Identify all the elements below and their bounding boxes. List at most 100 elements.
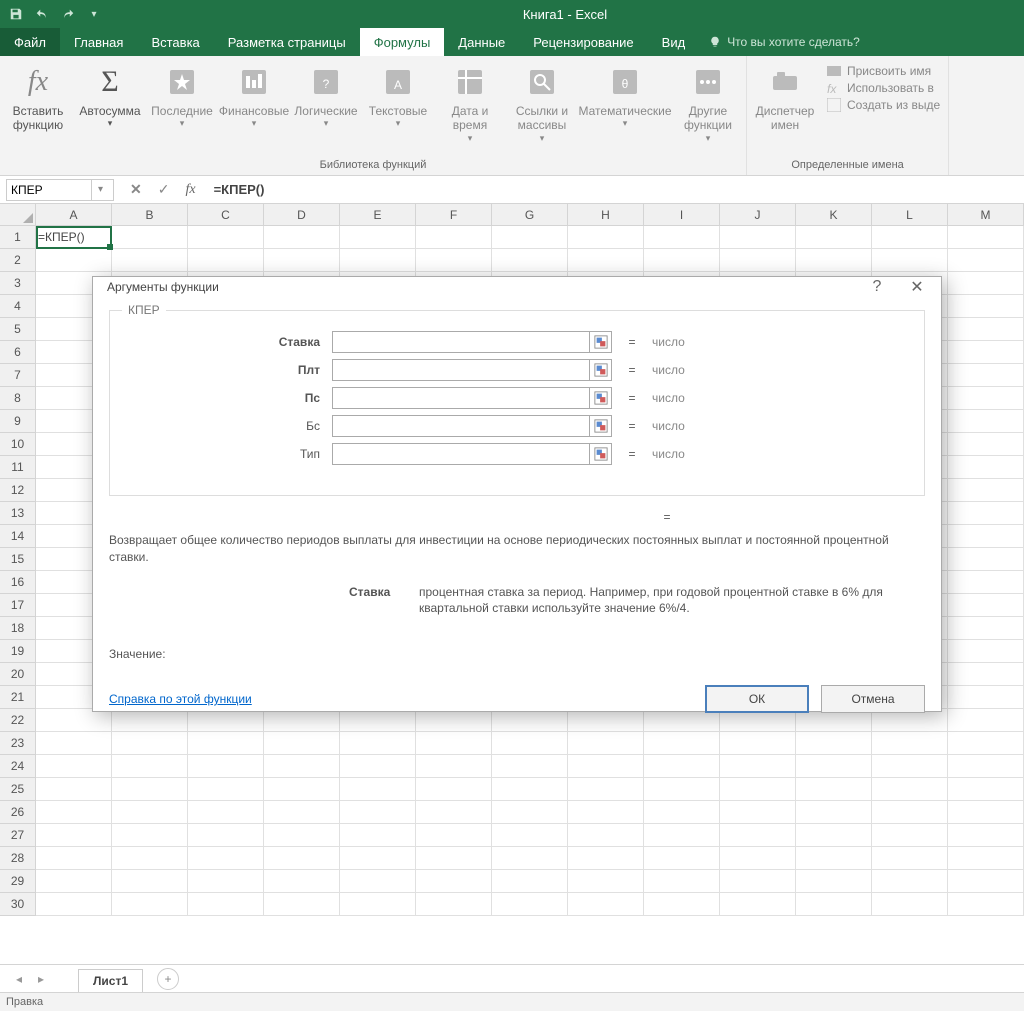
col-header[interactable]: L <box>872 204 948 225</box>
cell[interactable] <box>948 433 1024 456</box>
accept-formula-button[interactable]: ✓ <box>158 181 170 198</box>
col-header[interactable]: G <box>492 204 568 225</box>
cell[interactable] <box>264 801 340 824</box>
tab-view[interactable]: Вид <box>648 28 700 56</box>
cell[interactable] <box>872 893 948 916</box>
cell[interactable] <box>264 870 340 893</box>
cell[interactable] <box>264 755 340 778</box>
cell[interactable] <box>948 732 1024 755</box>
cell[interactable] <box>492 755 568 778</box>
row-header[interactable]: 2 <box>0 249 36 272</box>
cell[interactable] <box>416 847 492 870</box>
cell[interactable] <box>36 778 112 801</box>
arg-ref-button[interactable] <box>590 443 612 465</box>
cell[interactable] <box>644 249 720 272</box>
row-header[interactable]: 12 <box>0 479 36 502</box>
cell[interactable] <box>492 778 568 801</box>
col-header[interactable]: M <box>948 204 1024 225</box>
cell[interactable] <box>644 801 720 824</box>
cell[interactable] <box>948 893 1024 916</box>
cell[interactable] <box>112 732 188 755</box>
tab-data[interactable]: Данные <box>444 28 519 56</box>
cell[interactable] <box>720 870 796 893</box>
cell[interactable] <box>948 755 1024 778</box>
cell[interactable] <box>340 778 416 801</box>
cell[interactable] <box>796 801 872 824</box>
cell[interactable] <box>796 870 872 893</box>
cell[interactable] <box>872 801 948 824</box>
tab-review[interactable]: Рецензирование <box>519 28 647 56</box>
cell[interactable] <box>796 732 872 755</box>
cell[interactable] <box>644 778 720 801</box>
cell[interactable] <box>796 847 872 870</box>
col-header[interactable]: I <box>644 204 720 225</box>
row-header[interactable]: 6 <box>0 341 36 364</box>
col-header[interactable]: H <box>568 204 644 225</box>
cell[interactable] <box>948 548 1024 571</box>
cell[interactable] <box>340 226 416 249</box>
cell[interactable] <box>720 801 796 824</box>
cell[interactable] <box>568 870 644 893</box>
cell[interactable] <box>36 801 112 824</box>
cell[interactable] <box>416 226 492 249</box>
row-header[interactable]: 14 <box>0 525 36 548</box>
cell[interactable] <box>948 640 1024 663</box>
cell[interactable] <box>188 226 264 249</box>
cell[interactable] <box>188 801 264 824</box>
cell[interactable] <box>720 732 796 755</box>
create-from-selection-button[interactable]: Создать из выде <box>827 98 940 112</box>
sheet-tab[interactable]: Лист1 <box>78 969 143 992</box>
cell[interactable] <box>644 870 720 893</box>
cell[interactable] <box>948 525 1024 548</box>
cell[interactable] <box>720 847 796 870</box>
ok-button[interactable]: ОК <box>705 685 809 713</box>
name-box[interactable]: ▾ <box>6 179 114 201</box>
cell[interactable] <box>492 801 568 824</box>
cell[interactable] <box>188 755 264 778</box>
cell[interactable] <box>36 249 112 272</box>
cell[interactable] <box>568 226 644 249</box>
cell[interactable] <box>948 295 1024 318</box>
save-button[interactable] <box>4 2 28 26</box>
logical-button[interactable]: ? Логические▾ <box>290 60 362 131</box>
tab-formulas[interactable]: Формулы <box>360 28 445 56</box>
autosum-button[interactable]: Σ Автосумма▾ <box>74 60 146 131</box>
cell[interactable] <box>492 732 568 755</box>
cell[interactable] <box>720 755 796 778</box>
arg-ref-button[interactable] <box>590 387 612 409</box>
dialog-help-button[interactable]: ? <box>867 278 887 296</box>
arg-input[interactable] <box>332 443 590 465</box>
redo-button[interactable] <box>56 2 80 26</box>
cell[interactable] <box>112 870 188 893</box>
row-header[interactable]: 16 <box>0 571 36 594</box>
cell[interactable] <box>948 318 1024 341</box>
cell[interactable] <box>492 893 568 916</box>
cell[interactable] <box>872 870 948 893</box>
cell[interactable] <box>112 226 188 249</box>
cell[interactable] <box>948 249 1024 272</box>
cancel-formula-button[interactable]: ✕ <box>130 181 142 198</box>
col-header[interactable]: J <box>720 204 796 225</box>
row-header[interactable]: 4 <box>0 295 36 318</box>
text-button[interactable]: A Текстовые▾ <box>362 60 434 131</box>
row-header[interactable]: 30 <box>0 893 36 916</box>
name-manager-button[interactable]: Диспетчер имен <box>749 60 821 135</box>
cell[interactable] <box>948 709 1024 732</box>
row-header[interactable]: 22 <box>0 709 36 732</box>
cell[interactable] <box>340 755 416 778</box>
cell[interactable] <box>796 824 872 847</box>
cell[interactable]: =КПЕР() <box>36 226 112 249</box>
row-header[interactable]: 24 <box>0 755 36 778</box>
cell[interactable] <box>948 272 1024 295</box>
cell[interactable] <box>112 755 188 778</box>
cell[interactable] <box>720 778 796 801</box>
cell[interactable] <box>948 456 1024 479</box>
cell[interactable] <box>340 824 416 847</box>
cell[interactable] <box>872 226 948 249</box>
cell[interactable] <box>644 847 720 870</box>
cell[interactable] <box>872 824 948 847</box>
cell[interactable] <box>948 410 1024 433</box>
cell[interactable] <box>188 824 264 847</box>
cell[interactable] <box>416 893 492 916</box>
fx-button[interactable]: fx <box>185 182 195 198</box>
